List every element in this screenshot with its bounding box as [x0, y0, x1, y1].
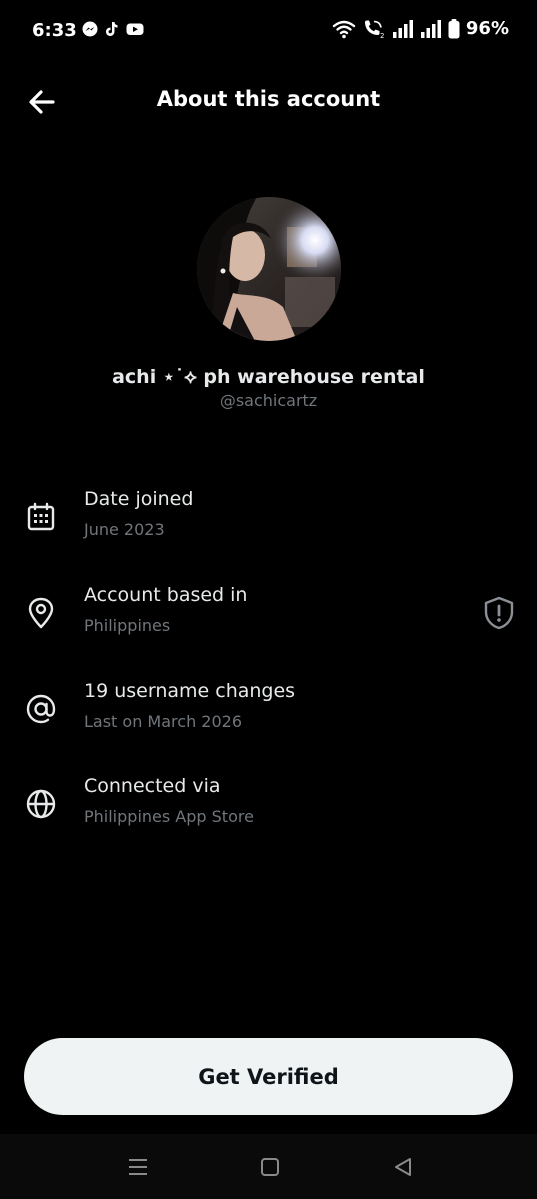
at-sign-icon [26, 694, 56, 724]
info-row-date-joined: Date joined June 2023 [0, 488, 537, 558]
info-row-username-changes: 19 username changes Last on March 2026 [0, 680, 537, 750]
status-bar: 6:33 2 96% [0, 0, 537, 62]
signal-icon-2 [420, 19, 441, 38]
battery-percentage: 96% [465, 18, 509, 39]
status-time: 6:33 [32, 20, 77, 41]
get-verified-button[interactable]: Get Verified [24, 1038, 513, 1115]
avatar-image [197, 197, 341, 341]
info-subtitle: Last on March 2026 [84, 712, 243, 731]
page-title: About this account [156, 87, 381, 111]
notification-icons [82, 21, 144, 37]
home-icon[interactable] [258, 1156, 282, 1178]
info-subtitle: June 2023 [84, 520, 165, 539]
info-row-account-based: Account based in Philippines [0, 584, 537, 654]
battery-icon [448, 18, 460, 38]
wifi-icon [332, 20, 356, 38]
signal-icon [392, 19, 413, 38]
calendar-icon [27, 502, 55, 531]
username-handle: @sachicartz [219, 391, 318, 410]
wifi-calling-icon: 2 [364, 20, 384, 39]
svg-text:2: 2 [380, 32, 384, 39]
shield-icon[interactable] [483, 596, 515, 630]
back-nav-icon[interactable] [391, 1156, 415, 1178]
info-title: Connected via [84, 775, 221, 797]
messenger-icon [82, 21, 98, 37]
info-row-connected-via: Connected via Philippines App Store [0, 775, 537, 845]
info-title: Date joined [84, 488, 194, 510]
recent-apps-icon[interactable] [126, 1156, 150, 1178]
display-name: achi ⋆˙⟡ ph warehouse rental [112, 366, 425, 388]
info-title: 19 username changes [84, 680, 296, 702]
system-nav-bar [0, 1134, 537, 1199]
avatar[interactable] [197, 197, 341, 341]
info-subtitle: Philippines App Store [84, 807, 254, 826]
header: About this account [0, 72, 537, 130]
info-title: Account based in [84, 584, 248, 606]
tiktok-icon [106, 22, 118, 36]
globe-icon [26, 789, 56, 819]
location-pin-icon [28, 597, 54, 629]
status-right: 2 96% [332, 18, 509, 39]
youtube-icon [126, 23, 144, 35]
info-subtitle: Philippines [84, 616, 171, 635]
